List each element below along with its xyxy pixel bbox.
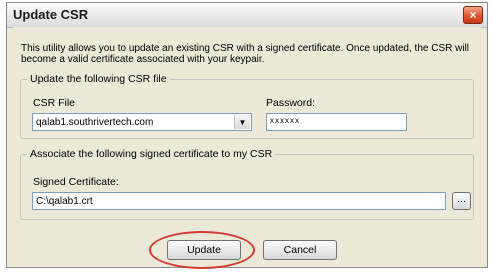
close-button[interactable]: ×	[463, 6, 483, 24]
dialog-title: Update CSR	[13, 7, 89, 22]
highlight-circle-annotation	[149, 231, 255, 269]
description-text: This utility allows you to update an exi…	[21, 43, 469, 65]
signed-cert-field[interactable]: C:\qalab1.crt	[32, 192, 446, 210]
signed-cert-value: C:\qalab1.crt	[36, 196, 93, 207]
password-field[interactable]: xxxxxx	[266, 113, 407, 131]
cert-group-legend: Associate the following signed certifica…	[30, 148, 273, 160]
title-bar: Update CSR ×	[7, 3, 487, 28]
close-icon: ×	[469, 8, 477, 22]
chevron-down-icon[interactable]: ▼	[234, 115, 250, 129]
cancel-button[interactable]: Cancel	[263, 240, 337, 260]
password-value: xxxxxx	[270, 116, 300, 125]
dialog-content: This utility allows you to update an exi…	[13, 27, 481, 261]
csr-file-label: CSR File	[33, 97, 76, 109]
browse-button[interactable]: ...	[452, 192, 471, 210]
update-csr-dialog: Update CSR × This utility allows you to …	[6, 2, 488, 268]
csr-file-select[interactable]: qalab1.southrivertech.com ▼	[32, 113, 252, 131]
signed-cert-label: Signed Certificate:	[33, 176, 119, 188]
password-label: Password:	[266, 97, 316, 109]
csr-group-legend: Update the following CSR file	[30, 73, 167, 85]
csr-file-value: qalab1.southrivertech.com	[36, 117, 154, 128]
